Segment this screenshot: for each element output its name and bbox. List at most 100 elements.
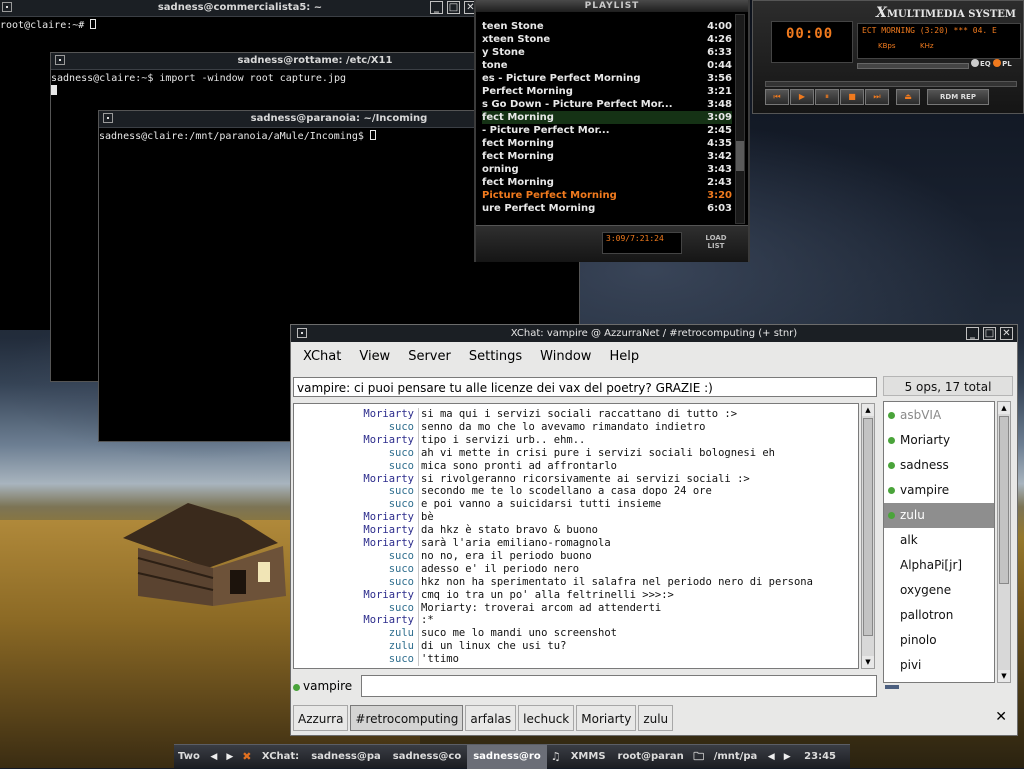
maximize-icon[interactable]: □ xyxy=(447,1,460,14)
chat-scrollbar[interactable]: ▲ ▼ xyxy=(861,403,875,669)
seek-bar[interactable] xyxy=(765,81,1017,87)
terminal-body[interactable]: root@claire:~# xyxy=(0,17,480,32)
chat-nick[interactable]: suco xyxy=(294,498,414,511)
maximize-icon[interactable]: □ xyxy=(983,327,996,340)
chat-log[interactable]: Moriarty si ma qui i servizi sociali racc… xyxy=(293,403,859,669)
close-tab-icon[interactable]: ✕ xyxy=(995,709,1007,725)
playlist-row[interactable]: fect Morning 3:42 xyxy=(482,150,732,163)
task-terminal-rottame[interactable]: sadness@ro xyxy=(467,744,547,769)
next-desktop-icon[interactable]: ▶ xyxy=(222,752,238,762)
user-list-item[interactable]: pivi xyxy=(884,653,994,678)
next-button[interactable]: ⏭ xyxy=(865,89,889,105)
playlist-scrollbar[interactable] xyxy=(735,14,745,224)
user-list-item[interactable]: alk xyxy=(884,528,994,553)
userlist-scroll-thumb[interactable] xyxy=(999,416,1009,584)
user-list-item[interactable]: AlphaPi[jr] xyxy=(884,553,994,578)
xchat-window[interactable]: XChat: vampire @ AzzurraNet / #retrocomp… xyxy=(290,324,1018,736)
load-list-button[interactable]: LOAD LIST xyxy=(704,234,728,250)
chat-nick[interactable]: Moriarty xyxy=(294,537,414,550)
window-menu-icon[interactable] xyxy=(2,2,12,12)
playlist-row[interactable]: tone 0:44 xyxy=(482,59,732,72)
channel-topic[interactable]: vampire: ci puoi pensare tu alle licenze… xyxy=(293,377,877,397)
user-list-item[interactable]: pallotron xyxy=(884,603,994,628)
prev-desktop-icon[interactable]: ◀ xyxy=(206,752,222,762)
volume-slider[interactable] xyxy=(857,63,969,69)
window-menu-icon[interactable] xyxy=(55,55,65,65)
terminal-titlebar[interactable]: sadness@commercialista5: ~ _ □ ✕ xyxy=(0,0,480,17)
input-nick-button[interactable]: vampire xyxy=(303,679,352,693)
play-button[interactable]: ▶ xyxy=(790,89,814,105)
chat-nick[interactable]: suco xyxy=(294,550,414,563)
window-menu-icon[interactable] xyxy=(297,328,307,338)
user-list-item[interactable]: pinolo xyxy=(884,628,994,653)
xchat-titlebar[interactable]: XChat: vampire @ AzzurraNet / #retrocomp… xyxy=(291,325,1017,342)
playlist-row[interactable]: fect Morning 4:35 xyxy=(482,137,732,150)
menu-help[interactable]: Help xyxy=(597,345,645,369)
chat-nick[interactable]: Moriarty xyxy=(294,473,414,486)
stop-button[interactable]: ■ xyxy=(840,89,864,105)
xmms-main-window[interactable]: XMULTIMEDIA SYSTEM 00:00 ECT MORNING (3:… xyxy=(752,0,1024,114)
random-repeat-buttons[interactable]: RDM REP xyxy=(927,89,989,105)
playlist-row[interactable]: - Picture Perfect Mor... 2:45 xyxy=(482,124,732,137)
user-list-item[interactable]: Moriarty xyxy=(884,428,994,453)
pause-button[interactable]: ⏸ xyxy=(815,89,839,105)
playlist-row[interactable]: es - Picture Perfect Morning 3:56 xyxy=(482,72,732,85)
menu-settings[interactable]: Settings xyxy=(457,345,528,369)
chat-nick[interactable]: zulu xyxy=(294,627,414,640)
userlist-scrollbar[interactable]: ▲ ▼ xyxy=(997,401,1011,683)
close-icon[interactable]: ✕ xyxy=(1000,327,1013,340)
pl-toggle-icon[interactable] xyxy=(993,59,1002,67)
task-terminal-commercialista[interactable]: sadness@co xyxy=(387,745,467,769)
window-menu-icon[interactable] xyxy=(103,113,113,123)
scroll-up-icon[interactable]: ▲ xyxy=(998,402,1010,414)
playlist-row[interactable]: Picture Perfect Morning 3:20 xyxy=(482,189,732,202)
chat-nick[interactable]: suco xyxy=(294,460,414,473)
chat-nick[interactable]: suco xyxy=(294,576,414,589)
chat-scroll-thumb[interactable] xyxy=(863,418,873,636)
eq-toggle-icon[interactable] xyxy=(971,59,979,67)
chat-nick[interactable]: suco xyxy=(294,563,414,576)
task-file-manager[interactable]: /mnt/pa xyxy=(708,745,764,769)
message-input[interactable] xyxy=(361,675,877,697)
user-list-item[interactable]: oxygene xyxy=(884,578,994,603)
playlist-row[interactable]: y Stone 6:33 xyxy=(482,46,732,59)
user-list-item[interactable]: zulu xyxy=(884,503,994,528)
xmms-playlist-window[interactable]: PLAYLIST teen Stone 4:00 xteen Stone 4:26 y … xyxy=(474,0,750,262)
playlist-row[interactable]: fect Morning 2:43 xyxy=(482,176,732,189)
chat-nick[interactable]: Moriarty xyxy=(294,434,414,447)
menu-view[interactable]: View xyxy=(347,345,396,369)
scroll-down-icon[interactable]: ▼ xyxy=(998,670,1010,682)
user-list-item[interactable]: sadness xyxy=(884,453,994,478)
task-xmms[interactable]: XMMS xyxy=(565,745,612,769)
chat-nick[interactable]: suco xyxy=(294,485,414,498)
playlist-row[interactable]: ure Perfect Morning 6:03 xyxy=(482,202,732,215)
playlist-row[interactable]: Perfect Morning 3:21 xyxy=(482,85,732,98)
chat-nick[interactable]: zulu xyxy=(294,640,414,653)
minimize-icon[interactable]: _ xyxy=(966,327,979,340)
tab-zulu[interactable]: zulu xyxy=(638,705,674,731)
menu-window[interactable]: Window xyxy=(528,345,597,369)
chat-nick[interactable]: Moriarty xyxy=(294,408,414,421)
chat-nick[interactable]: Moriarty xyxy=(294,614,414,627)
playlist-row[interactable]: s Go Down - Picture Perfect Mor... 3:48 xyxy=(482,98,732,111)
playlist-row[interactable]: xteen Stone 4:26 xyxy=(482,33,732,46)
tab-lechuck[interactable]: lechuck xyxy=(518,705,575,731)
playlist-row[interactable]: orning 3:43 xyxy=(482,163,732,176)
tab-moriarty[interactable]: Moriarty xyxy=(576,705,637,731)
task-root-terminal[interactable]: root@paran xyxy=(612,745,690,769)
tab-retrocomputing[interactable]: #retrocomputing xyxy=(350,705,464,731)
chat-nick[interactable]: Moriarty xyxy=(294,511,414,524)
task-terminal-paranoia[interactable]: sadness@pa xyxy=(305,745,387,769)
user-list[interactable]: asbVIA Moriarty sadness vampire zulu alk Alpha… xyxy=(883,401,995,683)
userlist-hscrollbar[interactable] xyxy=(883,685,995,691)
eject-button[interactable]: ⏏ xyxy=(896,89,920,105)
scroll-up-icon[interactable]: ▲ xyxy=(862,404,874,416)
minimize-icon[interactable]: _ xyxy=(430,1,443,14)
user-list-item[interactable]: asbVIA xyxy=(884,403,994,428)
menu-server[interactable]: Server xyxy=(396,345,457,369)
playlist-scroll-thumb[interactable] xyxy=(736,141,744,171)
playlist-row[interactable]: teen Stone 4:00 xyxy=(482,20,732,33)
previous-button[interactable]: ⏮ xyxy=(765,89,789,105)
tab-arfalas[interactable]: arfalas xyxy=(465,705,517,731)
chat-nick[interactable]: Moriarty xyxy=(294,524,414,537)
